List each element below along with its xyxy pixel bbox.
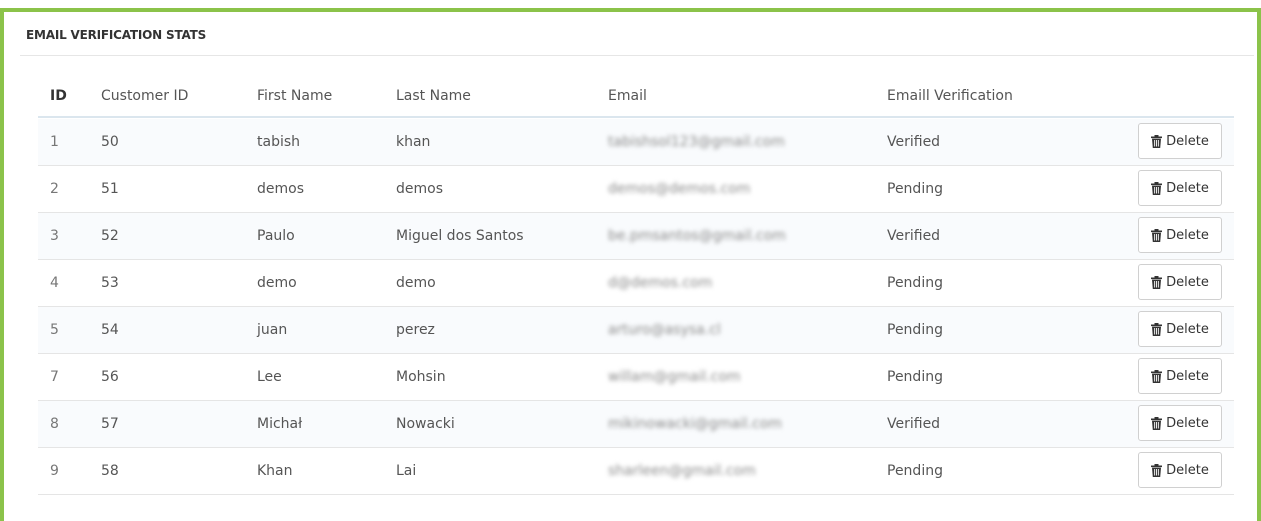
cell-last-name: Lai [396, 463, 417, 479]
header-customer-id: Customer ID [101, 88, 189, 104]
cell-verification: Pending [887, 181, 943, 197]
delete-button[interactable]: Delete [1138, 170, 1222, 206]
cell-verification: Pending [887, 322, 943, 338]
cell-customer-id: 58 [101, 463, 119, 479]
table-row: 4 53 demo demo d@demos.com Pending Delet… [38, 260, 1234, 307]
trash-icon [1151, 228, 1163, 242]
cell-customer-id: 53 [101, 275, 119, 291]
cell-email: demos@demos.com [608, 181, 751, 197]
cell-customer-id: 50 [101, 134, 119, 150]
cell-email: willam@gmail.com [608, 369, 741, 385]
cell-email: arturo@asysa.cl [608, 322, 721, 338]
cell-customer-id: 54 [101, 322, 119, 338]
delete-label: Delete [1166, 321, 1209, 337]
cell-last-name: Mohsin [396, 369, 446, 385]
cell-first-name: juan [257, 322, 288, 338]
cell-customer-id: 52 [101, 228, 119, 244]
header-last-name: Last Name [396, 88, 471, 104]
delete-button[interactable]: Delete [1138, 217, 1222, 253]
cell-verification: Verified [887, 134, 941, 150]
delete-label: Delete [1166, 415, 1209, 431]
delete-label: Delete [1166, 133, 1209, 149]
cell-last-name: perez [396, 322, 435, 338]
email-verification-panel: EMAIL VERIFICATION STATS ID Customer ID … [20, 12, 1254, 521]
delete-button[interactable]: Delete [1138, 358, 1222, 394]
cell-first-name: Khan [257, 463, 293, 479]
trash-icon [1151, 322, 1163, 336]
header-verification: Emaill Verification [887, 88, 1013, 104]
table-row: 9 58 Khan Lai sharleen@gmail.com Pending… [38, 448, 1234, 495]
header-first-name: First Name [257, 88, 333, 104]
cell-last-name: demo [396, 275, 436, 291]
trash-icon [1151, 369, 1163, 383]
cell-verification: Verified [887, 228, 941, 244]
cell-first-name: demos [257, 181, 304, 197]
cell-email: mikinowacki@gmail.com [608, 416, 782, 432]
cell-customer-id: 56 [101, 369, 119, 385]
cell-last-name: khan [396, 134, 431, 150]
trash-icon [1151, 463, 1163, 477]
table-row: 5 54 juan perez arturo@asysa.cl Pending … [38, 307, 1234, 354]
cell-first-name: Paulo [257, 228, 295, 244]
header-id: ID [50, 88, 67, 104]
cell-verification: Pending [887, 463, 943, 479]
cell-id: 8 [50, 416, 59, 432]
cell-last-name: demos [396, 181, 443, 197]
cell-first-name: tabish [257, 134, 301, 150]
trash-icon [1151, 416, 1163, 430]
table-row: 8 57 Michał Nowacki mikinowacki@gmail.co… [38, 401, 1234, 448]
cell-verification: Pending [887, 275, 943, 291]
delete-label: Delete [1166, 180, 1209, 196]
cell-id: 7 [50, 369, 59, 385]
trash-icon [1151, 134, 1163, 148]
table-row: 7 56 Lee Mohsin willam@gmail.com Pending… [38, 354, 1234, 401]
header-email: Email [608, 88, 647, 104]
trash-icon [1151, 181, 1163, 195]
delete-label: Delete [1166, 462, 1209, 478]
table-row: 1 50 tabish khan tabishsol123@gmail.com … [38, 119, 1234, 166]
cell-verification: Pending [887, 369, 943, 385]
cell-id: 2 [50, 181, 59, 197]
cell-id: 3 [50, 228, 59, 244]
cell-email: be.pmsantos@gmail.com [608, 228, 786, 244]
cell-first-name: demo [257, 275, 297, 291]
delete-button[interactable]: Delete [1138, 405, 1222, 441]
cell-first-name: Michał [257, 416, 303, 432]
delete-button[interactable]: Delete [1138, 452, 1222, 488]
table-row: 3 52 Paulo Miguel dos Santos be.pmsantos… [38, 213, 1234, 260]
delete-label: Delete [1166, 274, 1209, 290]
cell-last-name: Nowacki [396, 416, 455, 432]
cell-verification: Verified [887, 416, 941, 432]
delete-label: Delete [1166, 227, 1209, 243]
delete-label: Delete [1166, 368, 1209, 384]
cell-id: 1 [50, 134, 59, 150]
cell-email: tabishsol123@gmail.com [608, 134, 785, 150]
cell-last-name: Miguel dos Santos [396, 228, 524, 244]
cell-email: sharleen@gmail.com [608, 463, 756, 479]
delete-button[interactable]: Delete [1138, 123, 1222, 159]
delete-button[interactable]: Delete [1138, 264, 1222, 300]
cell-id: 9 [50, 463, 59, 479]
cell-first-name: Lee [257, 369, 282, 385]
trash-icon [1151, 275, 1163, 289]
cell-id: 4 [50, 275, 59, 291]
panel-title: EMAIL VERIFICATION STATS [20, 12, 1254, 56]
delete-button[interactable]: Delete [1138, 311, 1222, 347]
table-row: 2 51 demos demos demos@demos.com Pending… [38, 166, 1234, 213]
cell-email: d@demos.com [608, 275, 713, 291]
cell-id: 5 [50, 322, 59, 338]
cell-customer-id: 51 [101, 181, 119, 197]
cell-customer-id: 57 [101, 416, 119, 432]
table-header: ID Customer ID First Name Last Name Emai… [38, 72, 1234, 118]
